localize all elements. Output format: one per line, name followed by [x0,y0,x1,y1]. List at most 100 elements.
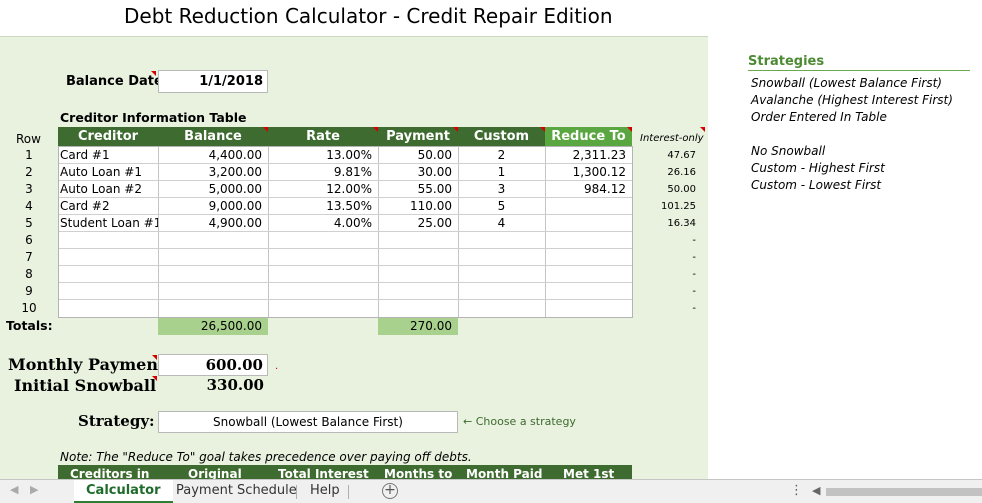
cell-custom[interactable]: 5 [458,198,545,215]
cell-rate[interactable]: 13.00% [268,147,378,164]
bottom-col-total-interest: Total Interest [278,467,369,479]
cell-balance[interactable]: 3,200.00 [158,164,268,181]
strategy-hint: ← Choose a strategy [463,415,576,428]
cell-interest-only: - [692,235,696,246]
cell-custom[interactable] [458,266,545,283]
cell-rate[interactable] [268,266,378,283]
cell-balance[interactable]: 4,900.00 [158,215,268,232]
cell-balance[interactable]: 4,400.00 [158,147,268,164]
comment-indicator [627,127,632,132]
row-number: 1 [25,148,33,162]
cell-rate[interactable] [268,232,378,249]
row-number: 2 [25,165,33,179]
cell-interest-only: 47.67 [667,150,696,161]
cell-balance[interactable] [158,232,268,249]
row-number: 6 [25,233,33,247]
cell-interest-only: 26.16 [667,167,696,178]
cell-payment[interactable]: 25.00 [378,215,458,232]
cell-creditor[interactable] [58,266,158,283]
hscroll-left-icon[interactable]: ◀ [812,484,820,497]
tab-calculator[interactable]: Calculator [74,480,173,503]
strategies-title: Strategies [748,54,970,71]
cell-interest-only: 101.25 [661,201,696,212]
cell-creditor[interactable]: Auto Loan #1 [58,164,158,181]
cell-rate[interactable] [268,300,378,317]
cell-custom[interactable]: 2 [458,147,545,164]
cell-creditor[interactable] [58,300,158,317]
cell-balance[interactable]: 9,000.00 [158,198,268,215]
cell-custom[interactable] [458,300,545,317]
tab-separator [296,485,297,499]
cell-payment[interactable] [378,283,458,300]
row-number: 8 [25,267,33,281]
comment-indicator [373,127,378,132]
horizontal-scrollbar[interactable] [826,488,982,496]
cell-reduce-to[interactable] [545,300,632,317]
cell-payment[interactable]: 30.00 [378,164,458,181]
cell-payment[interactable] [378,300,458,317]
cell-custom[interactable] [458,232,545,249]
scroll-next-icon[interactable]: ▶ [30,483,38,496]
row-number: 9 [25,284,33,298]
cell-reduce-to[interactable] [545,266,632,283]
cell-creditor[interactable]: Student Loan #1 [58,215,158,232]
scroll-first-icon[interactable]: ◀ [10,483,18,496]
strategy-select[interactable]: Snowball (Lowest Balance First) [158,411,458,433]
cell-payment[interactable]: 110.00 [378,198,458,215]
cell-custom[interactable]: 3 [458,181,545,198]
cell-reduce-to[interactable] [545,198,632,215]
initial-snowball-label: Initial Snowball [14,376,157,395]
add-sheet-icon[interactable]: + [382,483,398,499]
row-number: 4 [25,199,33,213]
cell-balance[interactable]: 5,000.00 [158,181,268,198]
cell-balance[interactable] [158,283,268,300]
cell-creditor[interactable]: Card #2 [58,198,158,215]
cell-creditor[interactable] [58,283,158,300]
cell-custom[interactable]: 4 [458,215,545,232]
sheet-tab-bar: ◀ ▶ Calculator Payment Schedule Help + ⋮… [0,479,982,503]
schedule-table-header: Creditors in Original Total Interest Mon… [58,465,632,479]
cell-balance[interactable] [158,249,268,266]
cell-reduce-to[interactable] [545,283,632,300]
cell-rate[interactable]: 4.00% [268,215,378,232]
cell-payment[interactable] [378,232,458,249]
totals-label: Totals: [6,318,53,333]
cell-payment[interactable] [378,266,458,283]
balance-date-input[interactable]: 1/1/2018 [158,70,268,93]
cell-creditor[interactable] [58,249,158,266]
cell-reduce-to[interactable] [545,215,632,232]
cell-rate[interactable] [268,283,378,300]
comment-indicator [151,71,156,76]
cell-creditor[interactable]: Auto Loan #2 [58,181,158,198]
cell-reduce-to[interactable] [545,232,632,249]
cell-creditor[interactable]: Card #1 [58,147,158,164]
monthly-payment-input[interactable]: 600.00 [158,354,268,376]
cell-payment[interactable] [378,249,458,266]
cell-rate[interactable]: 13.50% [268,198,378,215]
cell-custom[interactable]: 1 [458,164,545,181]
creditor-table-title: Creditor Information Table [60,110,247,125]
more-options-icon[interactable]: ⋮ [790,483,803,498]
cell-creditor[interactable] [58,232,158,249]
bottom-col-creditors: Creditors in [70,467,150,479]
cell-payment[interactable]: 55.00 [378,181,458,198]
cell-reduce-to[interactable]: 984.12 [545,181,632,198]
cell-custom[interactable] [458,249,545,266]
cell-reduce-to[interactable]: 1,300.12 [545,164,632,181]
col-header-creditor: Creditor [58,127,158,146]
tab-payment-schedule[interactable]: Payment Schedule [164,480,309,503]
reduce-to-note: Note: The "Reduce To" goal takes precede… [60,450,472,464]
strategy-label: Strategy: [78,412,155,430]
cell-balance[interactable] [158,300,268,317]
cell-balance[interactable] [158,266,268,283]
cell-rate[interactable]: 9.81% [268,164,378,181]
cell-payment[interactable]: 50.00 [378,147,458,164]
row-number: 10 [21,301,37,315]
cell-rate[interactable]: 12.00% [268,181,378,198]
cell-reduce-to[interactable] [545,249,632,266]
cell-custom[interactable] [458,283,545,300]
cell-reduce-to[interactable]: 2,311.23 [545,147,632,164]
tab-help[interactable]: Help [298,480,352,503]
initial-snowball-value: 330.00 [206,376,264,394]
cell-rate[interactable] [268,249,378,266]
